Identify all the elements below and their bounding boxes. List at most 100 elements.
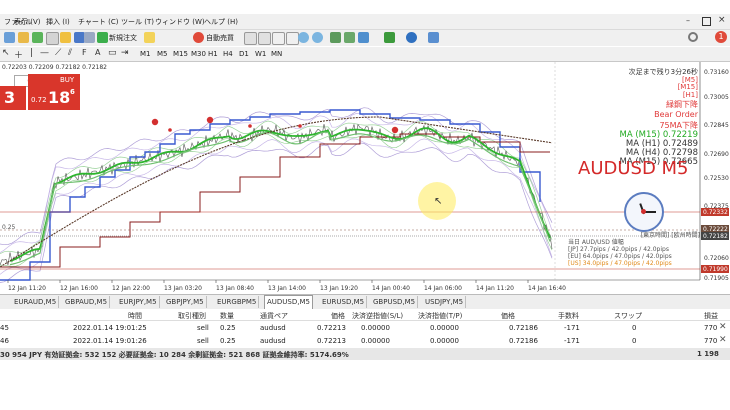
col-cur-price[interactable]: 価格	[501, 311, 515, 321]
col-time[interactable]: 時間	[128, 311, 142, 321]
tf-w1[interactable]: W1	[255, 48, 266, 60]
col-sl[interactable]: 決済逆指値(S/L)	[352, 311, 403, 321]
cursor-icon[interactable]: ↖	[2, 48, 10, 58]
tab-gbpaud[interactable]: GBPAUD,M5	[63, 296, 111, 308]
session-line-eu: [EU] 64.0pips / 47.0pips / 42.0pips	[568, 253, 672, 260]
zoom-in-icon[interactable]	[298, 32, 309, 43]
metaeditor-icon[interactable]	[144, 32, 155, 43]
sell-price-digit: 3	[4, 88, 16, 107]
auto-trade-icon[interactable]	[193, 32, 204, 43]
tab-eurgbp[interactable]: EURGBPM5	[215, 296, 260, 308]
time-tick-label: 13 Jan 03:20	[164, 285, 202, 292]
horizontal-line-icon[interactable]: —	[40, 48, 49, 58]
menu-view[interactable]: 表示 (V)	[14, 17, 40, 27]
info-bear-order: Bear Order	[654, 110, 698, 119]
col-commission[interactable]: 手数料	[558, 311, 579, 321]
total-profit: 1 198	[697, 350, 719, 358]
channel-icon[interactable]: ⫽	[68, 48, 72, 58]
bear-order-marker	[391, 126, 399, 134]
close-window-button[interactable]: ×	[718, 15, 726, 25]
text-icon[interactable]: A	[95, 48, 100, 57]
tf-m15[interactable]: M15	[173, 48, 188, 60]
tab-eurjpy[interactable]: EURJPY,M5	[117, 296, 160, 308]
row-swap: 0	[632, 337, 637, 345]
tf-m30[interactable]: M30	[191, 48, 206, 60]
chart-shift-icon[interactable]	[358, 32, 369, 43]
menu-chart[interactable]: チャート (C)	[78, 17, 119, 27]
col-tp[interactable]: 決済指値(T/P)	[418, 311, 462, 321]
data-window-icon[interactable]	[46, 32, 59, 45]
tab-audusd[interactable]: AUDUSD,M5	[264, 295, 313, 309]
new-order-icon[interactable]	[97, 32, 108, 43]
close-order-icon[interactable]: ✕	[719, 335, 727, 345]
menu-window[interactable]: ウィンドウ (W)	[155, 17, 205, 27]
tf-mn[interactable]: MN	[271, 48, 282, 60]
periods-icon[interactable]	[406, 32, 417, 43]
menu-insert[interactable]: 挿入 (I)	[46, 17, 70, 27]
tf-m5[interactable]: M5	[157, 48, 168, 60]
row-price: 0.72213	[317, 337, 346, 345]
tab-eurusd[interactable]: EURUSD,M5	[320, 296, 368, 308]
buy-arrow-icon[interactable]	[244, 32, 257, 45]
chart-line-icon[interactable]	[286, 32, 299, 45]
profiles-icon[interactable]	[18, 32, 29, 43]
tab-gbpjpy[interactable]: GBPJPY,M5	[164, 296, 207, 308]
chart-window[interactable]: 0.73160 0.73005 0.72845 0.72690 0.72530 0.723…	[0, 62, 730, 293]
close-order-icon[interactable]: ✕	[719, 322, 727, 332]
tf-h4[interactable]: H4	[223, 48, 233, 60]
autoscroll-icon[interactable]	[344, 32, 355, 43]
navigator-icon[interactable]	[60, 32, 71, 43]
buy-button[interactable]: BUY 0.72 18 6	[28, 74, 80, 110]
row-profit: 770	[704, 337, 718, 345]
col-symbol[interactable]: 通貨ペア	[260, 311, 288, 321]
col-size[interactable]: 数量	[220, 311, 234, 321]
minimize-button[interactable]: –	[686, 17, 696, 26]
vertical-line-icon[interactable]: |	[30, 48, 33, 58]
tab-usdjpy[interactable]: USDJPY,M5	[423, 296, 467, 308]
price-tick-label: 0.71905	[704, 275, 729, 282]
menu-help[interactable]: ヘルプ (H)	[204, 17, 238, 27]
price-tick-label: 0.72845	[704, 122, 729, 129]
tf-h1[interactable]: H1	[208, 48, 218, 60]
zoom-out-icon[interactable]	[312, 32, 323, 43]
chart-candle-icon[interactable]	[272, 32, 285, 45]
table-row[interactable]: 46 2022.01.14 19:01:26 sell 0.25 audusd …	[0, 335, 730, 347]
session-line-0: 当日 AUD/USD 値幅	[568, 239, 624, 246]
indicators-icon[interactable]	[384, 32, 395, 43]
new-order-button[interactable]: 新規注文	[109, 32, 137, 44]
session-line-us: [US] 34.0pips / 47.0pips / 42.0pips	[568, 260, 672, 267]
tf-d1[interactable]: D1	[239, 48, 249, 60]
clock-icon	[624, 192, 664, 232]
row-swap: 0	[632, 324, 637, 332]
price-tick-label: 0.72690	[704, 151, 729, 158]
tab-euraud[interactable]: EURAUD,M5	[12, 296, 60, 308]
search-icon[interactable]	[688, 32, 698, 42]
sell-button[interactable]: 3	[0, 86, 26, 110]
tf-m1[interactable]: M1	[140, 48, 151, 60]
fibonacci-icon[interactable]: F	[82, 48, 87, 57]
label-icon[interactable]: ▭	[108, 48, 117, 58]
tab-gbpusd[interactable]: GBPUSD,M5	[371, 296, 419, 308]
tester-icon[interactable]	[84, 32, 95, 43]
arrows-icon[interactable]: ⇥	[121, 48, 129, 58]
col-profit[interactable]: 損益	[704, 311, 718, 321]
templates-icon[interactable]	[428, 32, 439, 43]
auto-trade-button[interactable]: 自動売買	[206, 32, 234, 44]
trendline-icon[interactable]: ⟋	[55, 48, 61, 58]
table-row[interactable]: 45 2022.01.14 19:01:25 sell 0.25 audusd …	[0, 322, 730, 334]
menu-tools[interactable]: ツール (T)	[121, 17, 154, 27]
info-m15: [M15]	[677, 83, 698, 91]
tile-windows-icon[interactable]	[330, 32, 341, 43]
row-type: sell	[197, 337, 209, 345]
crosshair-icon[interactable]: ＋	[14, 48, 23, 61]
notifications-button[interactable]: 1	[715, 31, 727, 43]
chart-tabs: EURAUD,M5 GBPAUD,M5 EURJPY,M5 GBPJPY,M5 …	[0, 294, 730, 310]
restore-button[interactable]	[702, 17, 711, 26]
col-type[interactable]: 取引種別	[178, 311, 206, 321]
col-swap[interactable]: スワップ	[614, 311, 642, 321]
col-price[interactable]: 価格	[331, 311, 345, 321]
new-chart-icon[interactable]	[4, 32, 15, 43]
chart-bar-icon[interactable]	[258, 32, 271, 45]
row-commission: -171	[564, 324, 580, 332]
market-watch-icon[interactable]	[32, 32, 43, 43]
